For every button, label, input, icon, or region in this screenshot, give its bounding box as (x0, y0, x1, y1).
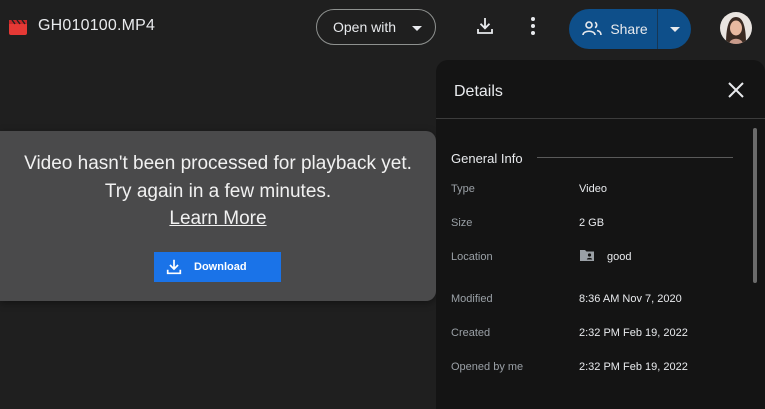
share-label: Share (610, 21, 648, 37)
location-folder-name: good (607, 250, 632, 263)
detail-value: 2:32 PM Feb 19, 2022 (579, 327, 688, 339)
location-value[interactable]: good (579, 248, 631, 265)
section-divider (537, 157, 733, 158)
detail-label: Modified (451, 293, 493, 305)
download-file-button[interactable]: Download (154, 252, 281, 282)
open-with-label: Open with (333, 19, 397, 35)
file-title: GH010100.MP4 (38, 17, 156, 34)
share-button-group: Share (569, 9, 691, 49)
detail-label: Location (451, 251, 493, 263)
share-divider (657, 9, 658, 49)
top-bar: GH010100.MP4 Open with Share (0, 0, 765, 60)
close-icon (725, 82, 747, 105)
section-general-info: General Info (451, 151, 523, 166)
share-options-button[interactable] (658, 9, 691, 49)
chevron-down-icon (669, 26, 680, 32)
more-vert-icon (530, 16, 536, 41)
close-details-button[interactable] (725, 79, 747, 101)
header-divider (436, 118, 765, 119)
download-label: Download (194, 261, 247, 273)
people-icon (582, 20, 603, 39)
learn-more-wrap: Learn More (0, 208, 436, 230)
details-panel: Details General Info Type Video Size 2 G… (436, 60, 765, 409)
learn-more-link[interactable]: Learn More (169, 208, 266, 229)
detail-value: 2 GB (579, 217, 605, 229)
detail-label: Opened by me (451, 361, 524, 373)
more-actions-button[interactable] (521, 14, 545, 42)
details-scrollbar[interactable] (753, 128, 757, 283)
download-icon (154, 258, 194, 276)
detail-value: 2:32 PM Feb 19, 2022 (579, 361, 688, 373)
video-file-icon (9, 18, 27, 36)
detail-label: Created (451, 327, 491, 339)
message-line-2: Try again in a few minutes. (104, 181, 332, 202)
avatar[interactable] (720, 12, 752, 44)
open-with-button[interactable]: Open with (316, 9, 436, 45)
detail-label: Type (451, 183, 475, 195)
download-button[interactable] (473, 14, 497, 42)
share-button[interactable]: Share (569, 9, 657, 49)
details-title: Details (454, 83, 503, 100)
download-icon (475, 16, 495, 41)
detail-value: 8:36 AM Nov 7, 2020 (579, 293, 682, 305)
chevron-down-icon (412, 26, 422, 31)
shared-folder-icon (579, 248, 595, 265)
detail-value: Video (579, 183, 607, 195)
message-line-1: Video hasn't been processed for playback… (24, 153, 412, 174)
detail-label: Size (451, 217, 473, 229)
playback-message-card: Video hasn't been processed for playback… (0, 131, 436, 301)
